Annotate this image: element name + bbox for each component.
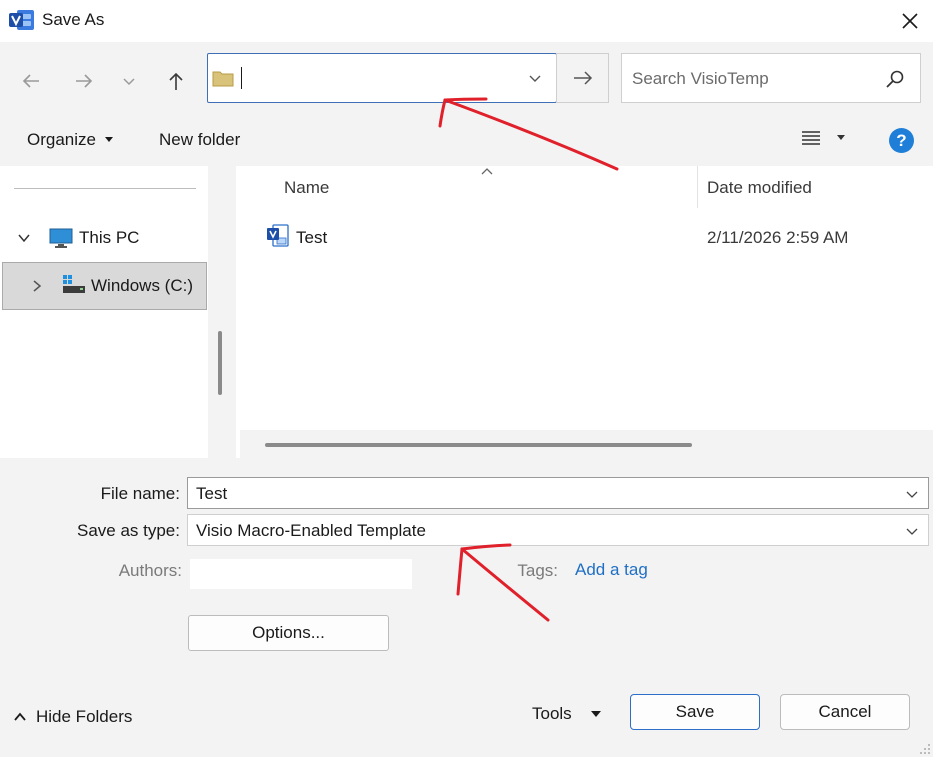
- folder-icon: [212, 71, 234, 87]
- tree-item-label: Windows (C:): [91, 276, 194, 295]
- chevron-down-icon[interactable]: [904, 523, 920, 539]
- recent-locations-button[interactable]: [112, 64, 146, 98]
- navigation-bar: [0, 42, 933, 116]
- arrow-right-icon: [573, 71, 592, 85]
- title-bar: Save As: [0, 0, 933, 42]
- new-folder-button[interactable]: New folder: [159, 130, 240, 150]
- search-icon[interactable]: [884, 68, 906, 90]
- organize-button[interactable]: Organize: [27, 130, 114, 150]
- column-header-name[interactable]: Name: [284, 178, 329, 198]
- close-icon[interactable]: [895, 6, 925, 36]
- chevron-down-icon[interactable]: [524, 67, 546, 89]
- tags-label: Tags:: [517, 561, 558, 580]
- visio-file-icon: [267, 224, 289, 247]
- list-view-icon: [802, 131, 820, 145]
- authors-label: Authors:: [118, 561, 182, 580]
- table-row[interactable]: Test 2/11/2026 2:59 AM: [256, 218, 916, 254]
- dialog-footer: Hide Folders Tools Save Cancel: [0, 660, 933, 757]
- caret-down-icon: [837, 135, 845, 140]
- file-list: Name Date modified Test 2/11/2026 2:59 A…: [236, 166, 933, 458]
- column-header-date-modified[interactable]: Date modified: [707, 178, 812, 198]
- arrow-up-icon: [169, 72, 183, 90]
- hide-folders-button[interactable]: Hide Folders: [12, 707, 132, 727]
- arrow-left-icon: [22, 74, 39, 88]
- window-title: Save As: [42, 10, 105, 29]
- command-bar: Organize New folder: [0, 116, 933, 166]
- back-button[interactable]: [14, 64, 48, 98]
- add-tag-link[interactable]: Add a tag: [575, 560, 648, 580]
- file-list-scrollbar-thumb[interactable]: [265, 443, 692, 447]
- chevron-down-icon[interactable]: [16, 230, 32, 246]
- file-name-cell: Test: [296, 228, 328, 247]
- text-caret: [241, 67, 242, 89]
- resize-grip-icon[interactable]: [919, 743, 931, 755]
- tree-item-label: This PC: [79, 228, 140, 247]
- file-name-field[interactable]: Test: [187, 477, 929, 509]
- options-button[interactable]: Options...: [188, 615, 389, 651]
- address-bar[interactable]: [207, 53, 557, 103]
- help-icon[interactable]: ?: [889, 128, 914, 153]
- chevron-right-icon[interactable]: [29, 278, 45, 294]
- navigation-pane: This PC Windows (C:): [0, 166, 208, 458]
- caret-down-icon: [104, 137, 113, 142]
- pc-monitor-icon: [49, 228, 73, 248]
- organize-label: Organize: [27, 130, 96, 149]
- up-button[interactable]: [159, 64, 193, 98]
- tree-item-windows-c[interactable]: Windows (C:): [2, 262, 207, 310]
- file-name-label: File name:: [100, 484, 180, 503]
- drive-icon: [63, 275, 85, 293]
- details-panel: File name: Test Save as type: Visio Macr…: [0, 458, 933, 660]
- go-button[interactable]: [556, 53, 609, 103]
- save-type-select[interactable]: Visio Macro-Enabled Template: [187, 514, 929, 546]
- tree-item-this-pc[interactable]: This PC: [0, 214, 208, 262]
- chevron-down-icon[interactable]: [904, 486, 920, 502]
- tools-button[interactable]: Tools: [532, 704, 602, 724]
- search-input[interactable]: [632, 65, 872, 93]
- cancel-button[interactable]: Cancel: [780, 694, 910, 730]
- chevron-down-icon: [123, 78, 135, 86]
- tools-label: Tools: [532, 704, 572, 723]
- date-modified-cell: 2/11/2026 2:59 AM: [707, 228, 849, 247]
- change-view-button[interactable]: [800, 128, 846, 148]
- forward-button[interactable]: [67, 64, 101, 98]
- address-input[interactable]: [248, 64, 498, 92]
- column-separator[interactable]: [697, 166, 698, 208]
- save-button[interactable]: Save: [630, 694, 760, 730]
- sort-ascending-icon: [481, 168, 493, 175]
- arrow-right-icon: [76, 74, 93, 88]
- nav-pane-scrollbar-thumb[interactable]: [218, 331, 222, 395]
- new-folder-label: New folder: [159, 130, 241, 149]
- visio-app-icon: [9, 10, 34, 30]
- caret-down-icon: [590, 711, 601, 717]
- hide-folders-label: Hide Folders: [36, 707, 133, 726]
- nav-divider: [14, 188, 196, 189]
- chevron-up-icon: [14, 712, 26, 721]
- save-type-label: Save as type:: [76, 521, 180, 540]
- save-type-value: Visio Macro-Enabled Template: [196, 521, 426, 540]
- authors-field[interactable]: [190, 559, 412, 589]
- search-box[interactable]: [621, 53, 921, 103]
- nav-pane-scrollbar[interactable]: [208, 166, 236, 458]
- file-name-value: Test: [196, 484, 228, 503]
